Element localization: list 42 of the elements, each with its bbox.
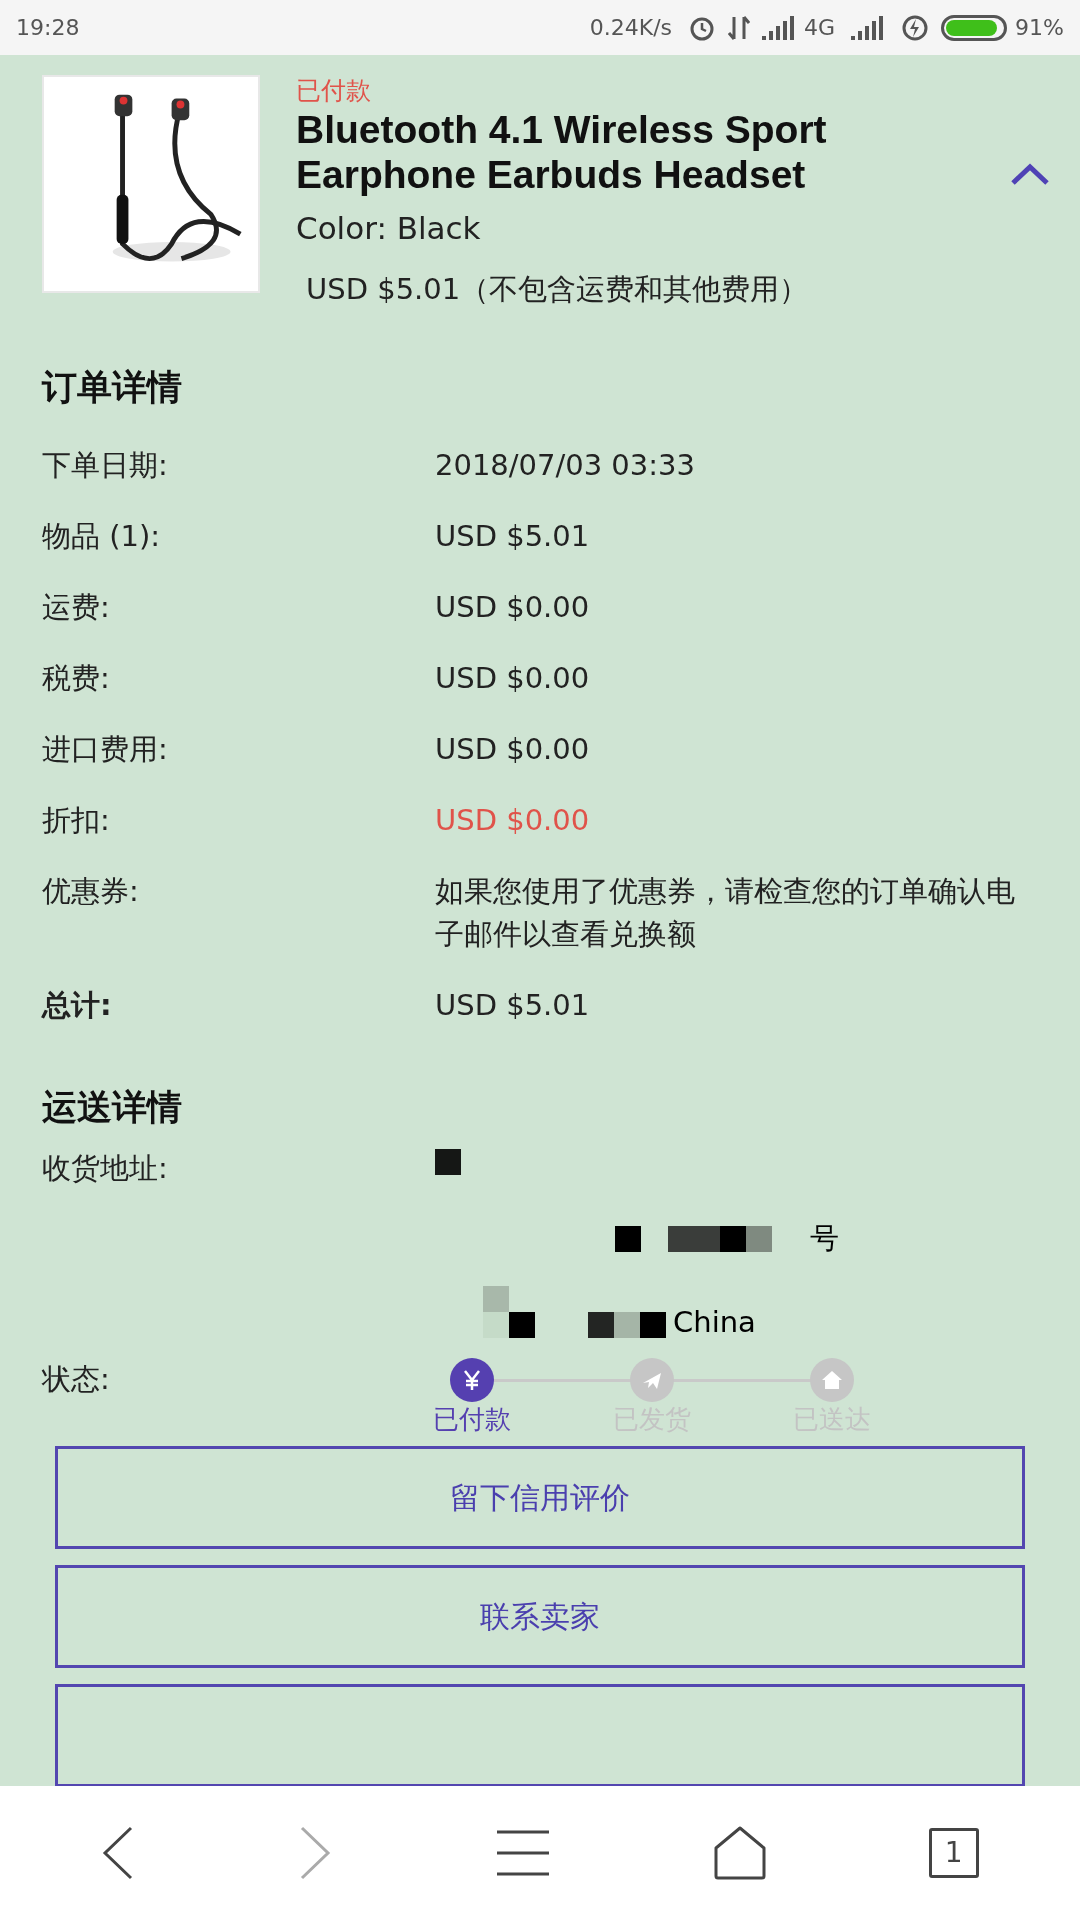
clock-time: 19:28 — [16, 14, 80, 42]
detail-value: USD $5.01 — [435, 986, 591, 1024]
signal-icon — [762, 15, 797, 40]
detail-value: USD $0.00 — [435, 730, 591, 768]
detail-label: 下单日期: — [42, 446, 169, 484]
order-status: 已付款 — [296, 75, 372, 107]
detail-label: 优惠券: — [42, 872, 140, 910]
menu-icon[interactable] — [495, 1830, 551, 1876]
detail-label: 运费: — [42, 588, 111, 626]
detail-label: 物品 (1): — [42, 517, 162, 555]
detail-value: 2018/07/03 03:33 — [435, 446, 696, 484]
detail-label: 收货地址: — [42, 1150, 169, 1187]
battery-icon — [941, 14, 1008, 41]
action-button[interactable]: 联系卖家 — [55, 1565, 1025, 1668]
chevron-up-icon[interactable] — [1010, 162, 1050, 186]
section-heading: 订单详情 — [42, 366, 183, 409]
network-type: 4G — [804, 14, 836, 42]
network-speed: 0.24K/s — [589, 14, 673, 42]
address-line: China — [673, 1303, 756, 1341]
section-heading: 运送详情 — [42, 1085, 183, 1129]
charging-icon — [901, 13, 930, 42]
detail-value: 如果您使用了优惠券，请检查您的订单确认电子邮件以查看兑换额 — [435, 872, 1015, 953]
detail-value: USD $0.00 — [435, 659, 591, 697]
action-button[interactable]: 留下信用评价 — [55, 1446, 1025, 1549]
home-icon[interactable] — [713, 1826, 766, 1880]
detail-label: 总计: — [42, 986, 113, 1024]
signal-icon — [851, 15, 886, 40]
detail-label: 税费: — [42, 659, 111, 697]
item-variant: Color: Black — [296, 209, 482, 248]
battery-percent: 91% — [1015, 14, 1064, 42]
detail-value: USD $5.01 — [435, 517, 591, 555]
detail-label: 状态: — [42, 1361, 111, 1398]
detail-label: 折扣: — [42, 801, 111, 839]
detail-value: USD $0.00 — [435, 801, 591, 839]
tabs-button[interactable]: 1 — [928, 1828, 979, 1878]
detail-value: USD $0.00 — [435, 588, 591, 626]
address-line: 号 — [810, 1220, 839, 1257]
step-label: 已付款 — [433, 1403, 511, 1436]
detail-label: 进口费用: — [42, 730, 169, 768]
data-transfer-icon — [728, 14, 751, 41]
item-title: Bluetooth 4.1 Wireless Sport Earphone Earbuds Headset — [296, 107, 828, 197]
item-price: USD $5.01（不包含运费和其他费用） — [306, 270, 810, 308]
